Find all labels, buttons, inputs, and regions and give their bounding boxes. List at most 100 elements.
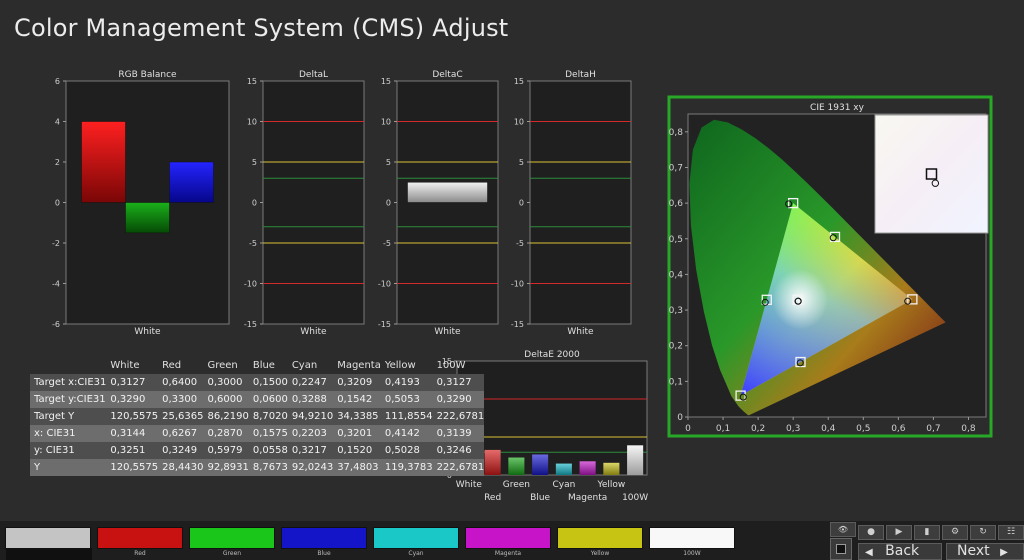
color-patch-label: Yellow (590, 550, 610, 557)
table-cell: 0,0600 (252, 394, 288, 405)
table-cell: 0,3209 (337, 377, 373, 388)
row-label: Target Y (34, 411, 75, 422)
column-header: Red (162, 360, 182, 371)
next-arrow-icon: ▶ (1000, 547, 1008, 558)
y-tick-label: 0,5 (669, 235, 683, 245)
x-tick-label: White (456, 480, 483, 490)
y-tick-label: 6 (55, 77, 60, 86)
refresh-icon[interactable]: ↻ (970, 525, 996, 540)
x-tick-label: Magenta (568, 493, 607, 503)
x-tick-label: 100W (622, 493, 648, 503)
table-cell: 0,3139 (436, 428, 472, 439)
table-cell: 0,2870 (207, 428, 243, 439)
table-cell: 0,3246 (436, 445, 472, 456)
x-label: White (300, 327, 327, 337)
table-cell: 34,3385 (337, 411, 379, 422)
color-patch-button[interactable] (5, 527, 91, 549)
table-cell: 222,6781 (436, 411, 485, 422)
next-button[interactable]: Next ▶ (946, 543, 1024, 560)
table-cell: 222,6781 (436, 462, 485, 473)
table-cell: 0,1575 (252, 428, 288, 439)
y-tick-label: -10 (378, 280, 391, 289)
color-patch-button[interactable] (97, 527, 183, 549)
color-patch-button[interactable] (189, 527, 275, 549)
table-cell: 0,5028 (384, 445, 420, 456)
settings-icon[interactable]: ⚙ (942, 525, 968, 540)
color-patch-button[interactable] (373, 527, 459, 549)
color-patch-label: Red (134, 550, 146, 557)
eye-icon[interactable]: 👁 (830, 522, 856, 537)
y-tick-label: 0,4 (669, 270, 684, 280)
y-tick-label: 0,2 (669, 342, 683, 352)
stop-button[interactable] (830, 538, 852, 560)
column-header: Yellow (384, 360, 416, 371)
table-cell: 92,8931 (207, 462, 249, 473)
y-tick-label: 15 (247, 77, 257, 86)
table-cell: 0,1520 (337, 445, 373, 456)
table-cell: 0,4193 (384, 377, 420, 388)
table-cell: 0,3127 (436, 377, 472, 388)
table-row: Target Y 120,5575 25,6365 86,2190 8,7020 94,9… (30, 408, 485, 425)
color-patch-button[interactable] (557, 527, 643, 549)
back-label: Back (885, 543, 920, 559)
table-cell: 0,2247 (291, 377, 327, 388)
measurement-table: White Red Green Blue Cyan Magenta Yellow 100W T… (30, 357, 485, 476)
table-row: Y 120,5575 28,4430 92,8931 8,7673 92,0243 37,4… (30, 459, 485, 476)
color-patch-button[interactable] (465, 527, 551, 549)
table-cell: 0,3290 (110, 394, 146, 405)
column-header: 100W (436, 360, 466, 371)
y-tick-label: 0 (519, 199, 524, 208)
color-patch-label: Magenta (494, 550, 522, 557)
table-cell: 0,6000 (207, 394, 243, 405)
table-cell: 92,0243 (291, 462, 334, 473)
table-row: Target y:CIE31 0,3290 0,3300 0,6000 0,0600 0,… (30, 391, 485, 408)
play-button[interactable]: ▶ (886, 525, 912, 540)
table-cell: 0,3251 (110, 445, 146, 456)
table-cell: 28,4430 (162, 462, 204, 473)
table-cell: 0,5979 (207, 445, 243, 456)
menu-icon[interactable]: ☷ (998, 525, 1024, 540)
record-button[interactable]: ● (858, 525, 884, 540)
bar (407, 182, 488, 203)
x-tick-label: 0,3 (786, 424, 800, 434)
table-cell: 0,3201 (337, 428, 373, 439)
back-button[interactable]: ◀ Back (858, 543, 942, 560)
bar-shade (603, 462, 620, 475)
x-tick-label: Blue (530, 493, 550, 503)
table-row: x: CIE31 0,3144 0,6267 0,2870 0,1575 0,2203 0,… (30, 425, 485, 442)
table-corner (30, 357, 106, 374)
y-tick-label: 5 (386, 158, 391, 167)
table-cell: 120,5575 (110, 411, 159, 422)
table-cell: 86,2190 (207, 411, 249, 422)
y-tick-label: -15 (244, 320, 257, 329)
table-cell: 0,3217 (291, 445, 327, 456)
bar-shade (555, 463, 572, 475)
x-tick-label: Red (484, 493, 501, 503)
bar-shade (627, 445, 644, 475)
color-patch-label: Blue (317, 550, 331, 557)
bar-shade (484, 449, 501, 475)
zoom-inset (874, 114, 989, 234)
x-tick-label: 0,6 (891, 424, 906, 434)
y-tick-label: 4 (55, 118, 60, 127)
y-tick-label: 0,7 (669, 163, 683, 173)
chart-title: DeltaC (432, 70, 462, 80)
color-patch-label: 100W (683, 550, 701, 557)
table-cell: 8,7020 (252, 411, 288, 422)
y-tick-label: -2 (52, 239, 60, 248)
table-cell: 0,3000 (207, 377, 243, 388)
table-cell: 0,5053 (384, 394, 420, 405)
chart-title: DeltaH (565, 70, 596, 80)
save-icon[interactable]: ▮ (914, 525, 940, 540)
y-tick-label: 0 (252, 199, 257, 208)
color-patch-button[interactable] (281, 527, 367, 549)
table-cell: 0,4142 (384, 428, 420, 439)
row-label: Target y:CIE31 (34, 394, 106, 405)
chart-title: DeltaL (299, 70, 328, 80)
y-tick-label: 0 (386, 199, 391, 208)
color-patch-button[interactable] (649, 527, 735, 549)
y-tick-label: 0,6 (669, 199, 684, 209)
x-tick-label: 0,2 (751, 424, 765, 434)
x-tick-label: Green (503, 480, 530, 490)
row-label: Target x:CIE31 (34, 377, 107, 388)
